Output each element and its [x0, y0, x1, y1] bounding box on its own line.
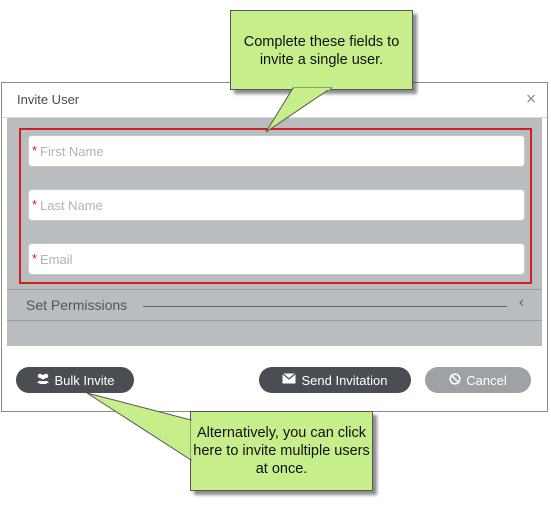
callout-bulk-invite: Alternatively, you can click here to inv… — [190, 411, 373, 491]
fields-highlight-box: * * * — [19, 128, 532, 284]
callout-bulk-invite-text: Alternatively, you can click here to inv… — [193, 425, 370, 477]
callout-single-user: Complete these fields to invite a single… — [230, 10, 413, 90]
ban-icon — [449, 372, 461, 388]
permissions-divider — [143, 306, 507, 307]
set-permissions-label: Set Permissions — [26, 297, 128, 313]
users-icon — [36, 373, 50, 387]
first-name-field[interactable]: * — [28, 135, 525, 167]
cancel-button[interactable]: Cancel — [425, 367, 531, 393]
email-input[interactable] — [40, 244, 510, 274]
last-name-input[interactable] — [40, 190, 510, 220]
chevron-left-icon[interactable]: ‹ — [518, 295, 524, 311]
required-marker: * — [32, 197, 38, 212]
envelope-icon — [282, 373, 297, 387]
dialog-body: * * * Set Permissions ‹ — [7, 118, 542, 346]
bulk-invite-label: Bulk Invite — [54, 372, 115, 388]
send-invitation-label: Send Invitation — [301, 372, 388, 388]
dialog-title: Invite User — [17, 92, 80, 107]
close-icon[interactable]: × — [525, 91, 537, 107]
bulk-invite-button[interactable]: Bulk Invite — [16, 367, 134, 393]
send-invitation-button[interactable]: Send Invitation — [259, 367, 411, 393]
callout-single-user-text: Complete these fields to invite a single… — [243, 34, 400, 68]
cancel-label: Cancel — [466, 372, 507, 388]
required-marker: * — [32, 143, 38, 158]
invite-user-dialog: Invite User × * * * Set Permissions ‹ — [1, 82, 548, 412]
required-marker: * — [32, 251, 38, 266]
email-field[interactable]: * — [28, 243, 525, 275]
first-name-input[interactable] — [40, 136, 510, 166]
set-permissions-toggle[interactable]: Set Permissions ‹ — [7, 289, 542, 321]
last-name-field[interactable]: * — [28, 189, 525, 221]
